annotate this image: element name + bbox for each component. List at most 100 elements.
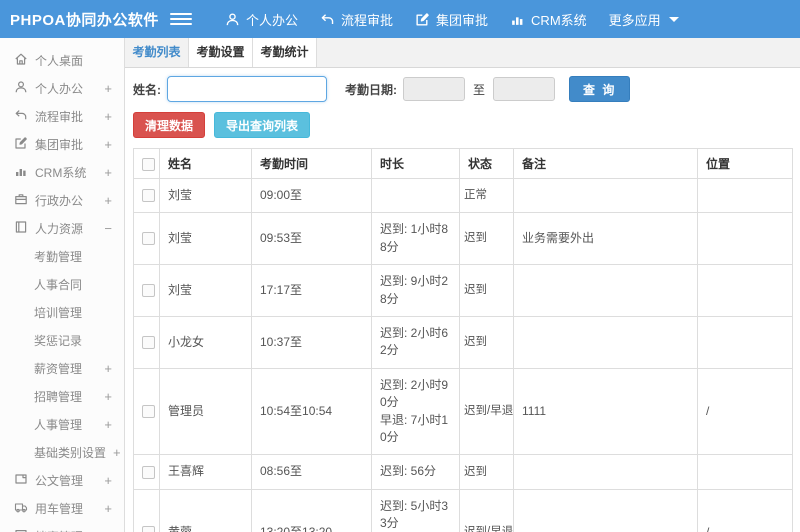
attendance-time: 08:56至	[251, 454, 372, 490]
table-row: 刘莹 09:53至 迟到: 1小时88分 迟到 业务需要外出	[133, 212, 793, 266]
employee-name-link[interactable]: 刘莹	[159, 264, 252, 317]
table-row: 刘莹 09:00至 正常	[133, 177, 793, 214]
sidebar-item-group-approval[interactable]: 集团审批 +	[0, 130, 124, 158]
header-time: 考勤时间	[251, 148, 372, 179]
sidebar-item-label: 集团审批	[35, 137, 84, 152]
name-input[interactable]	[167, 76, 327, 102]
remark-cell: 1111	[513, 367, 698, 456]
employee-name-link[interactable]: 管理员	[159, 367, 252, 456]
remark-cell	[513, 315, 698, 369]
row-checkbox[interactable]	[142, 526, 155, 532]
employee-name-link[interactable]: 刘莹	[159, 212, 252, 266]
sidebar-subitem-rewards[interactable]: 奖惩记录	[0, 326, 124, 354]
select-all-checkbox[interactable]	[142, 157, 155, 171]
export-list-button[interactable]: 导出查询列表	[214, 112, 311, 138]
expand-sign: +	[102, 529, 112, 532]
share-icon	[320, 12, 335, 27]
sidebar-item-crm[interactable]: CRM系统 +	[0, 158, 124, 186]
sidebar-item-label: 招聘管理	[34, 389, 83, 404]
duration-cell: 迟到: 9小时28分	[371, 264, 460, 317]
sidebar-item-workflow-approval[interactable]: 流程审批 +	[0, 102, 124, 130]
table-row: 小龙女 10:37至 迟到: 2小时62分 迟到	[133, 315, 793, 369]
employee-name-link[interactable]: 王喜辉	[159, 454, 252, 490]
date-from-input[interactable]	[403, 77, 465, 101]
tab-attendance-settings[interactable]: 考勤设置	[189, 38, 253, 67]
attendance-time: 09:00至	[251, 177, 372, 214]
nav-item-label: 流程审批	[341, 12, 394, 28]
sidebar-item-archives[interactable]: 档案管理 +	[0, 522, 124, 532]
sidebar-subitem-base-category[interactable]: 基础类别设置 +	[0, 438, 124, 466]
nav-item-crm[interactable]: CRM系统	[499, 0, 598, 38]
sidebar-item-admin-office[interactable]: 行政办公 +	[0, 186, 124, 214]
tab-attendance-list[interactable]: 考勤列表	[125, 38, 189, 67]
table-row: 黄蓉 13:20至13:20 迟到: 5小时33分早退: 4小时67分 迟到/早…	[133, 488, 793, 532]
row-checkbox[interactable]	[142, 284, 155, 298]
row-checkbox[interactable]	[142, 335, 155, 349]
remark-cell	[513, 454, 698, 490]
table-header-row: 姓名 考勤时间 时长 状态 备注 位置	[133, 148, 793, 179]
duration-cell: 迟到: 56分	[371, 454, 460, 490]
sidebar-subitem-hr-contract[interactable]: 人事合同	[0, 270, 124, 298]
clear-data-button[interactable]: 清理数据	[133, 112, 206, 138]
top-navbar: PHPOA协同办公软件 个人办公 流程审批 集团审批 CRM系统 更多应用	[0, 0, 800, 38]
sidebar-item-documents[interactable]: 公文管理 +	[0, 466, 124, 494]
sidebar-item-label: 公文管理	[35, 473, 84, 488]
sidebar-subitem-attendance[interactable]: 考勤管理	[0, 242, 124, 270]
employee-name-link[interactable]: 小龙女	[159, 315, 252, 369]
remark-cell	[513, 264, 698, 317]
edit-icon	[14, 136, 28, 153]
location-cell: /	[697, 367, 793, 456]
sidebar-item-label: 个人办公	[35, 81, 84, 96]
sidebar-subitem-training[interactable]: 培训管理	[0, 298, 124, 326]
location-cell	[697, 264, 793, 317]
sidebar-subitem-salary[interactable]: 薪资管理 +	[0, 354, 124, 382]
row-checkbox[interactable]	[142, 189, 155, 203]
home-icon	[14, 52, 28, 69]
attendance-time: 10:54至10:54	[251, 367, 372, 456]
nav-item-group-approval[interactable]: 集团审批	[404, 0, 499, 38]
sidebar-item-label: 基础类别设置	[34, 445, 107, 460]
date-to-input[interactable]	[493, 77, 556, 101]
remark-cell	[513, 177, 698, 214]
expand-sign: +	[104, 472, 112, 488]
sidebar-item-label: 人事合同	[34, 277, 83, 292]
employee-name-link[interactable]: 刘莹	[159, 177, 252, 214]
attendance-time: 10:37至	[251, 315, 372, 369]
header-duration: 时长	[371, 148, 460, 179]
sidebar-item-label: 考勤管理	[34, 249, 83, 264]
sidebar-item-label: 行政办公	[35, 193, 84, 208]
action-bar: 清理数据 导出查询列表	[125, 108, 800, 146]
navbar-menu: 个人办公 流程审批 集团审批 CRM系统 更多应用	[214, 0, 690, 38]
expand-sign: +	[104, 108, 112, 124]
expand-sign: +	[104, 416, 112, 432]
sidebar-item-hr[interactable]: 人力资源 −	[0, 214, 124, 242]
header-location: 位置	[697, 148, 793, 179]
tab-attendance-stats[interactable]: 考勤统计	[253, 38, 317, 67]
duration-cell: 迟到: 2小时62分	[371, 315, 460, 369]
row-checkbox[interactable]	[142, 232, 155, 246]
sidebar: 个人桌面 个人办公 + 流程审批 + 集团审批 + CRM系统 + 行政办公 +…	[0, 38, 125, 532]
nav-item-workflow-approval[interactable]: 流程审批	[309, 0, 404, 38]
menu-icon[interactable]	[170, 13, 192, 25]
duration-cell: 迟到: 5小时33分早退: 4小时67分	[371, 488, 460, 532]
sidebar-item-label: 流程审批	[35, 109, 84, 124]
attendance-table: 姓名 考勤时间 时长 状态 备注 位置 刘莹 09:00至 正常 刘莹 09:5…	[133, 148, 793, 532]
sidebar-subitem-personnel[interactable]: 人事管理 +	[0, 410, 124, 438]
expand-sign: +	[104, 360, 112, 376]
row-checkbox[interactable]	[142, 465, 155, 479]
nav-item-more-apps[interactable]: 更多应用	[598, 0, 690, 38]
location-cell	[697, 315, 793, 369]
main-content: 考勤列表 考勤设置 考勤统计 姓名: 考勤日期: 至 查 询 清理数据 导出查询…	[125, 38, 800, 532]
sidebar-item-desktop[interactable]: 个人桌面	[0, 46, 124, 74]
duration-cell: 迟到: 1小时88分	[371, 212, 460, 266]
query-button[interactable]: 查 询	[569, 76, 631, 102]
sidebar-item-personal-office[interactable]: 个人办公 +	[0, 74, 124, 102]
nav-item-personal-office[interactable]: 个人办公	[214, 0, 309, 38]
sidebar-item-vehicle[interactable]: 用车管理 +	[0, 494, 124, 522]
row-checkbox[interactable]	[142, 405, 155, 419]
attendance-time: 13:20至13:20	[251, 488, 372, 532]
employee-name-link[interactable]: 黄蓉	[159, 488, 252, 532]
truck-icon	[14, 500, 28, 517]
sidebar-item-label: 培训管理	[34, 305, 83, 320]
sidebar-subitem-recruitment[interactable]: 招聘管理 +	[0, 382, 124, 410]
